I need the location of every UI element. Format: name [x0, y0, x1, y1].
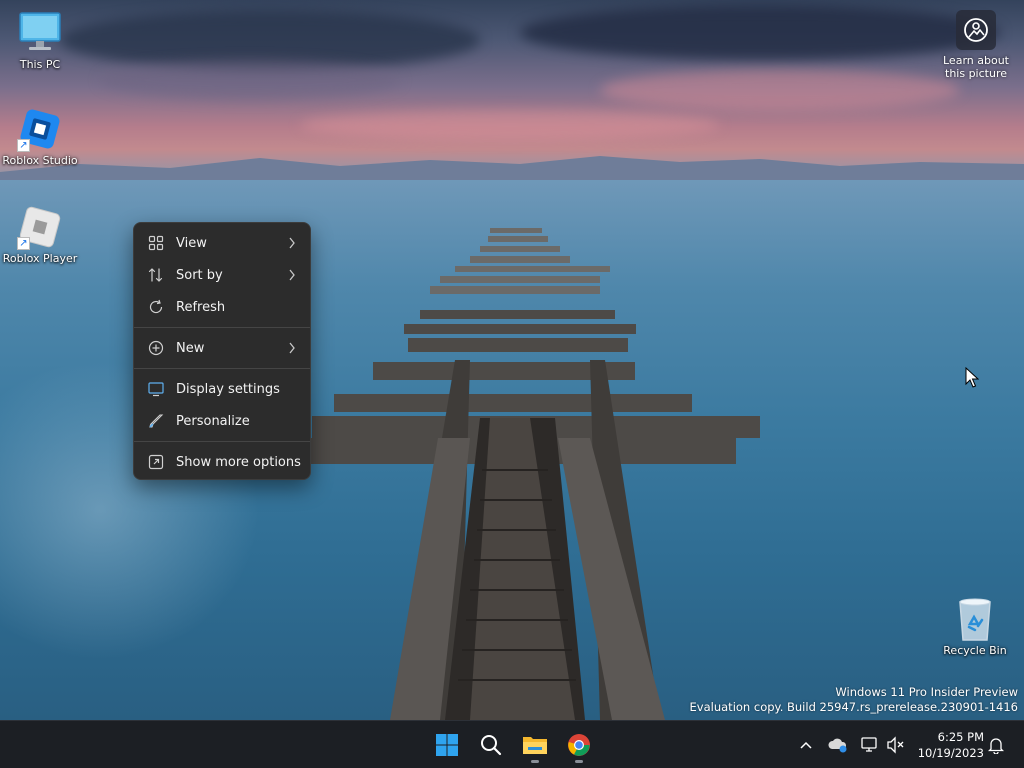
- chevron-right-icon: [289, 269, 295, 281]
- search-button[interactable]: [471, 725, 511, 765]
- notification-bell-icon: [988, 738, 1004, 754]
- desktop-context-menu: View Sort by Refresh New Display setting…: [133, 222, 311, 480]
- monitor-icon: [17, 10, 63, 56]
- display-icon: [148, 382, 164, 397]
- menu-item-label: Personalize: [176, 413, 250, 429]
- start-button[interactable]: [427, 725, 467, 765]
- camera-info-icon: [964, 18, 988, 42]
- notifications-button[interactable]: [986, 735, 1006, 755]
- taskbar-clock[interactable]: 6:25 PM 10/19/2023: [912, 729, 984, 761]
- menu-separator: [134, 368, 310, 369]
- menu-separator: [134, 327, 310, 328]
- chrome-button[interactable]: [559, 725, 599, 765]
- menu-item-label: View: [176, 235, 207, 251]
- menu-item-view[interactable]: View: [134, 227, 310, 259]
- file-explorer-button[interactable]: [515, 725, 555, 765]
- expand-icon: [148, 454, 164, 470]
- desktop-icon-recycle-bin[interactable]: Recycle Bin: [935, 596, 1015, 658]
- roblox-player-icon: ↗: [17, 204, 63, 250]
- menu-item-label: Refresh: [176, 299, 226, 315]
- show-hidden-icons-button[interactable]: [796, 735, 816, 755]
- menu-item-new[interactable]: New: [134, 332, 310, 364]
- volume-button[interactable]: [886, 735, 906, 755]
- learn-about-button[interactable]: [956, 10, 996, 50]
- menu-item-label: Show more options: [176, 454, 301, 470]
- file-explorer-icon: [523, 737, 547, 754]
- shortcut-arrow-icon: ↗: [17, 237, 30, 250]
- learn-about-picture[interactable]: Learn about this picture: [940, 10, 1012, 80]
- mouse-cursor-icon: [965, 367, 979, 388]
- onedrive-icon: [828, 738, 847, 753]
- search-icon: [481, 735, 502, 756]
- clock-date: 10/19/2023: [917, 746, 984, 760]
- taskbar: 6:25 PM 10/19/2023: [0, 720, 1024, 768]
- desktop-icon-roblox-player[interactable]: ↗ Roblox Player: [0, 204, 80, 266]
- clock-time: 6:25 PM: [937, 730, 984, 744]
- network-icon: [861, 737, 877, 752]
- learn-about-label: Learn about this picture: [943, 54, 1009, 80]
- menu-item-personalize[interactable]: Personalize: [134, 405, 310, 437]
- menu-separator: [134, 441, 310, 442]
- menu-item-refresh[interactable]: Refresh: [134, 291, 310, 323]
- running-indicator: [531, 760, 539, 763]
- start-icon: [436, 734, 458, 756]
- menu-item-show-more-options[interactable]: Show more options: [134, 446, 310, 478]
- desktop-icon-label: This PC: [19, 58, 61, 71]
- chevron-right-icon: [289, 237, 295, 249]
- chrome-icon: [568, 734, 590, 756]
- chevron-right-icon: [289, 342, 295, 354]
- roblox-studio-icon: ↗: [17, 106, 63, 152]
- menu-item-display-settings[interactable]: Display settings: [134, 373, 310, 405]
- menu-item-label: Sort by: [176, 267, 223, 283]
- running-indicator: [575, 760, 583, 763]
- windows-watermark: Windows 11 Pro Insider Preview Evaluatio…: [690, 685, 1018, 715]
- desktop-icon-label: Roblox Player: [2, 252, 78, 265]
- desktop-icon-this-pc[interactable]: This PC: [0, 10, 80, 72]
- desktop-icon-label: Roblox Studio: [2, 154, 78, 167]
- grid-icon: [148, 235, 164, 251]
- watermark-line: Evaluation copy. Build 25947.rs_prerelea…: [689, 700, 1018, 714]
- chevron-up-icon: [800, 741, 812, 749]
- menu-item-label: New: [176, 340, 205, 356]
- menu-item-sort-by[interactable]: Sort by: [134, 259, 310, 291]
- brush-icon: [149, 414, 164, 428]
- shortcut-arrow-icon: ↗: [17, 139, 30, 152]
- onedrive-button[interactable]: [828, 735, 848, 755]
- recycle-bin-icon: [952, 596, 998, 642]
- menu-item-label: Display settings: [176, 381, 280, 397]
- desktop-icon-label: Recycle Bin: [943, 644, 1007, 657]
- network-button[interactable]: [860, 735, 880, 755]
- plus-circle-icon: [148, 340, 164, 356]
- watermark-line: Windows 11 Pro Insider Preview: [835, 685, 1018, 699]
- refresh-icon: [149, 299, 163, 314]
- volume-muted-icon: [887, 736, 904, 754]
- sort-icon: [148, 268, 163, 282]
- desktop-icon-roblox-studio[interactable]: ↗ Roblox Studio: [0, 106, 80, 168]
